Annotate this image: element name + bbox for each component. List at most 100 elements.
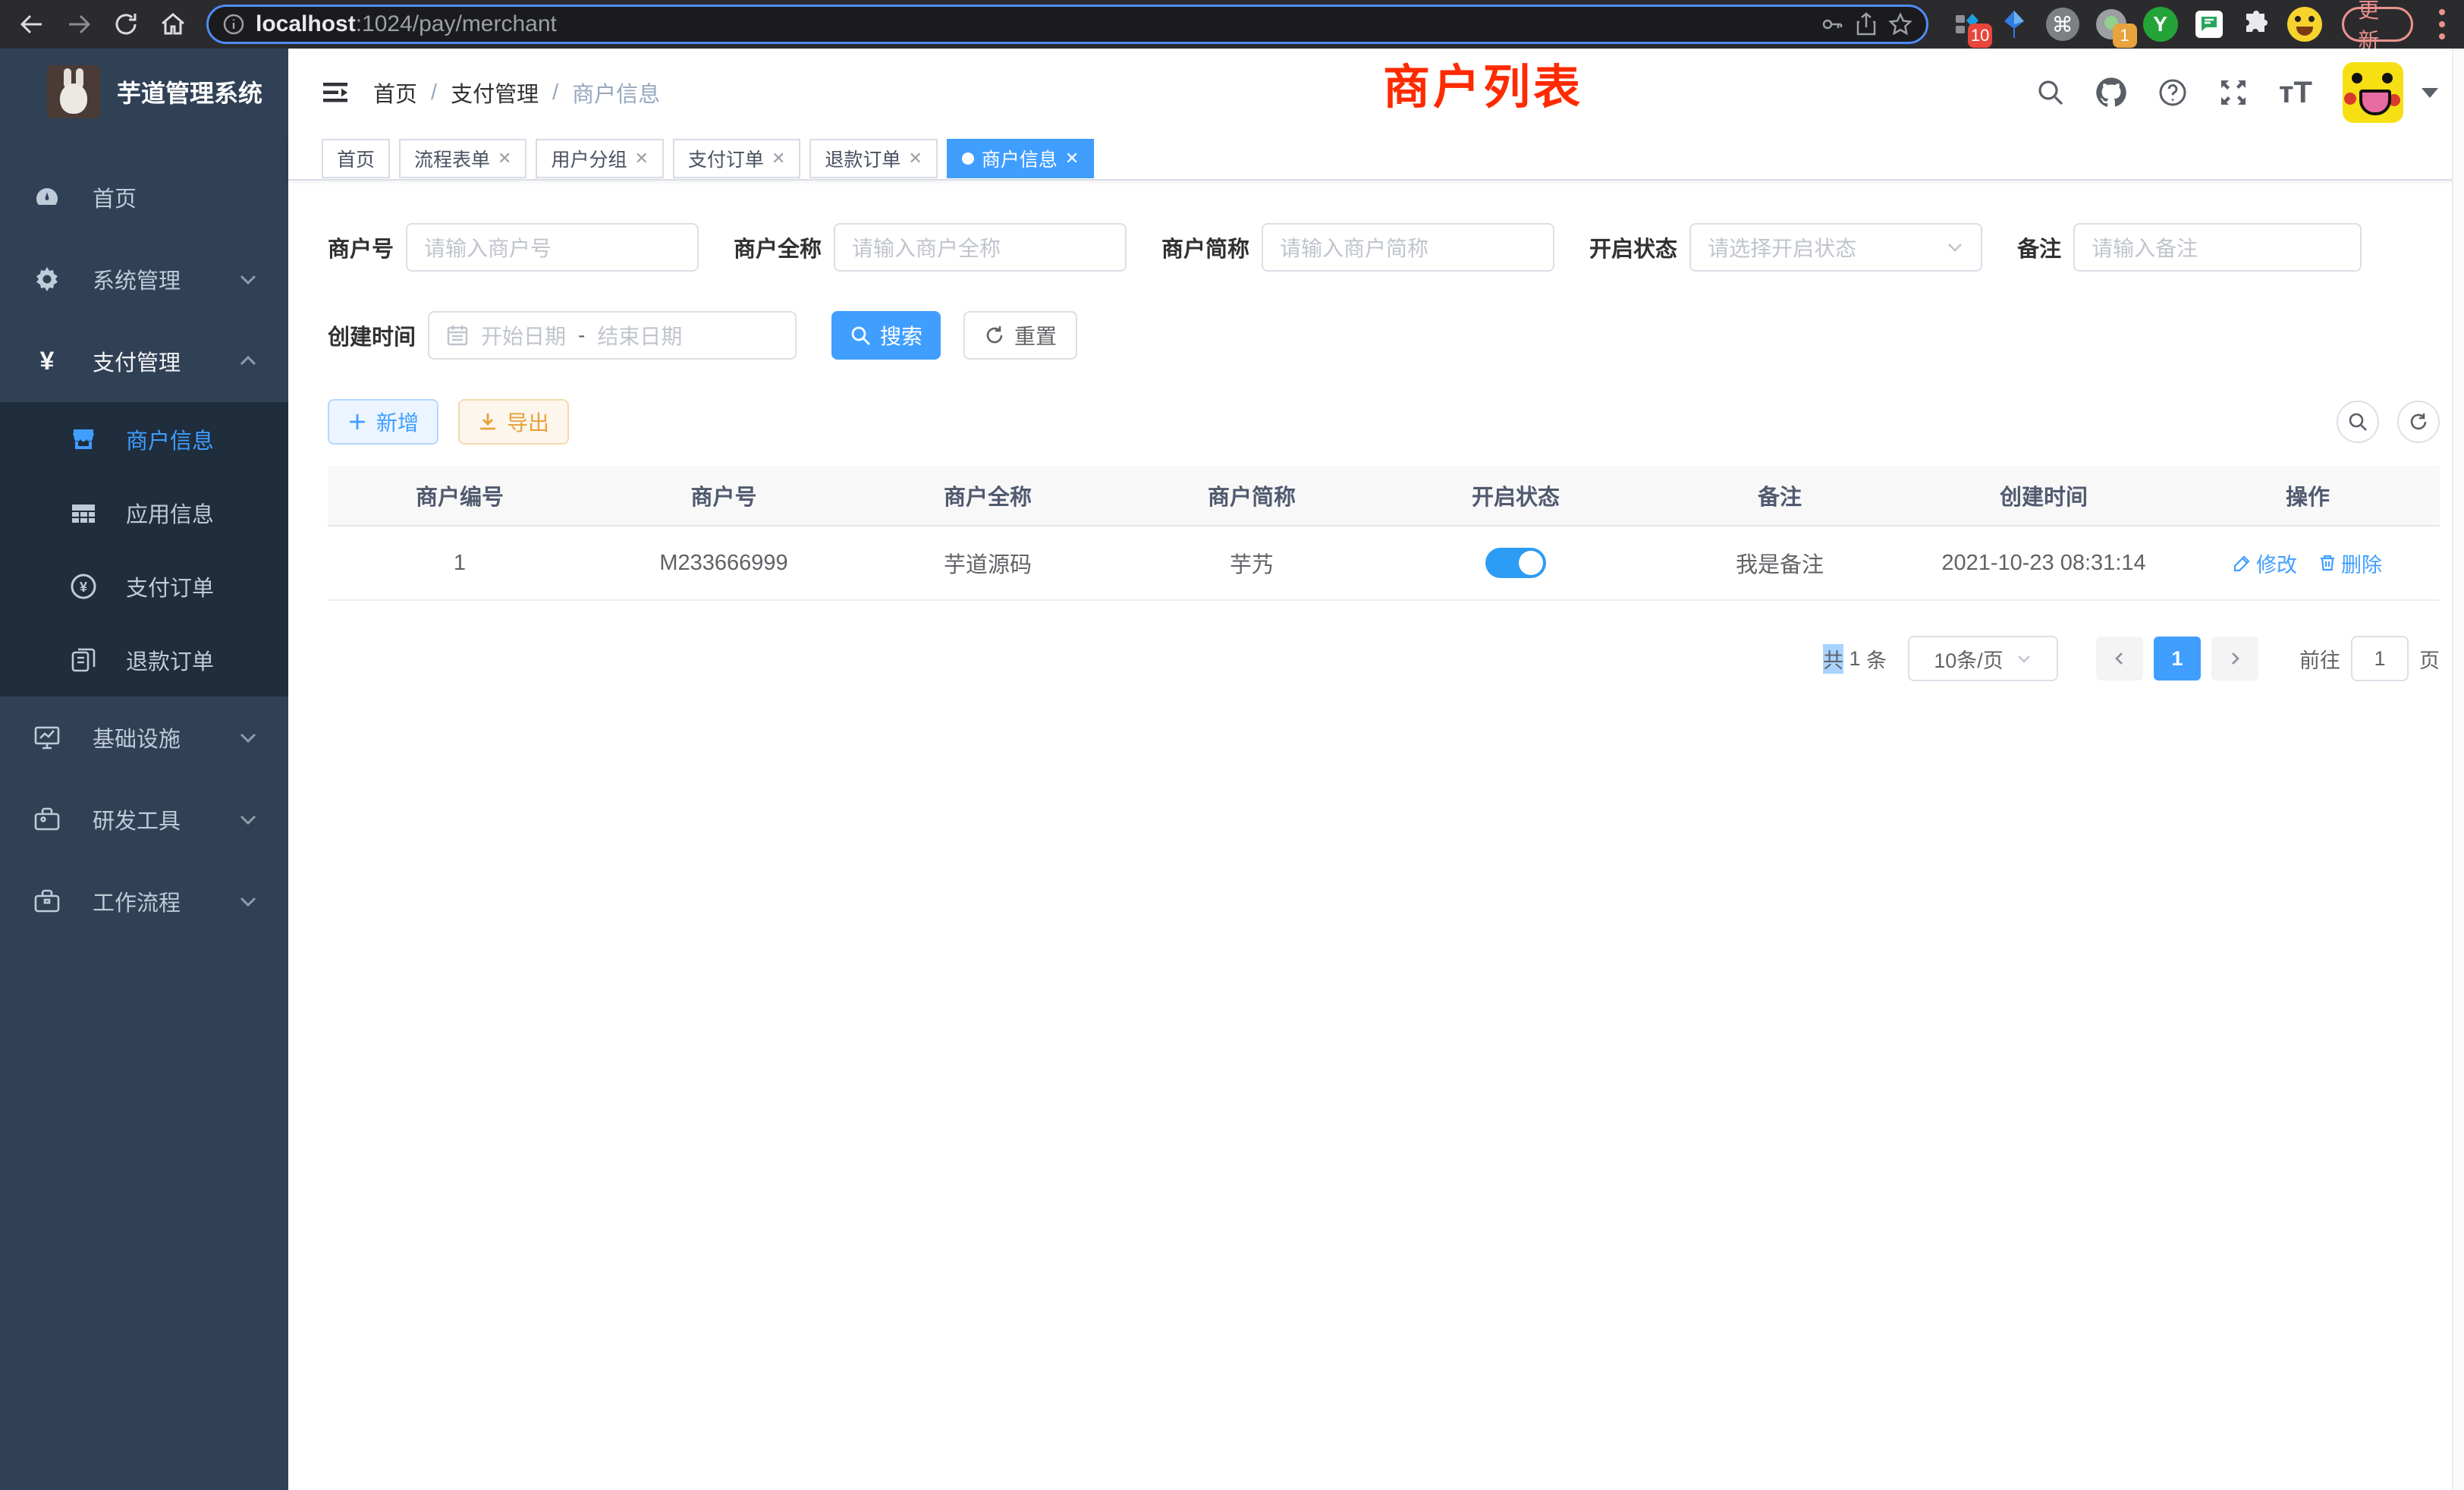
cell-status — [1384, 527, 1648, 599]
github-icon[interactable] — [2095, 77, 2127, 108]
sidebar-item-refund-order[interactable]: 退款订单 — [0, 623, 288, 696]
col-full-name: 商户全称 — [856, 466, 1120, 525]
tab-user-group[interactable]: 用户分组✕ — [536, 139, 663, 178]
browser-profile-avatar[interactable] — [2287, 7, 2322, 42]
close-icon[interactable]: ✕ — [1065, 149, 1079, 168]
sidebar-item-system[interactable]: 系统管理 — [0, 238, 288, 320]
merchant-no-input[interactable]: 请输入商户号 — [406, 223, 699, 272]
col-actions: 操作 — [2176, 466, 2440, 525]
page-number-1[interactable]: 1 — [2154, 637, 2201, 681]
app-logo-image — [47, 65, 100, 118]
remark-input[interactable]: 请输入备注 — [2073, 223, 2362, 272]
add-button[interactable]: 新增 — [328, 399, 438, 445]
col-create-time: 创建时间 — [1912, 466, 2176, 525]
cell-merchant-no: M233666999 — [592, 527, 856, 599]
header-search-icon[interactable] — [2036, 78, 2065, 107]
delete-link[interactable]: 删除 — [2318, 549, 2382, 578]
user-avatar[interactable] — [2343, 62, 2403, 123]
bookmark-star-icon[interactable] — [1888, 12, 1912, 36]
extension-y-icon[interactable]: Y — [2143, 7, 2178, 42]
extension-command-icon[interactable]: ⌘ — [2046, 7, 2079, 42]
filter-create-time: 创建时间 开始日期 - 结束日期 — [328, 311, 797, 360]
filter-remark: 备注 请输入备注 — [2017, 223, 2362, 272]
search-button[interactable]: 搜索 — [831, 311, 941, 360]
sidebar-item-workflow[interactable]: 工作流程 — [0, 860, 288, 942]
chevron-down-icon — [238, 728, 258, 747]
extension-chat-icon[interactable] — [2193, 7, 2225, 42]
share-icon[interactable] — [1855, 12, 1878, 36]
sidebar-collapse-icon[interactable] — [319, 76, 352, 109]
browser-update-button[interactable]: 更新 — [2342, 7, 2413, 42]
page-scrollbar[interactable] — [2452, 49, 2464, 1490]
extension-kite-icon[interactable] — [1998, 7, 2030, 42]
toolbox-icon — [33, 806, 61, 833]
prev-page-button[interactable] — [2096, 637, 2143, 681]
sidebar-item-home[interactable]: 首页 — [0, 156, 288, 238]
toggle-search-button[interactable] — [2337, 401, 2379, 443]
filter-merchant-no: 商户号 请输入商户号 — [328, 223, 699, 272]
cell-merchant-id: 1 — [328, 527, 592, 599]
documents-icon — [70, 647, 97, 673]
export-button[interactable]: 导出 — [458, 399, 569, 445]
browser-back-button[interactable] — [11, 3, 53, 46]
password-key-icon[interactable] — [1820, 12, 1844, 36]
pagination: 共 1 条 10条/页 1 前往 页 — [328, 636, 2440, 681]
tab-pay-order[interactable]: 支付订单✕ — [673, 139, 800, 178]
site-info-icon[interactable] — [222, 13, 245, 36]
close-icon[interactable]: ✕ — [634, 149, 648, 168]
briefcase-icon — [33, 888, 61, 915]
sidebar-item-app-info[interactable]: 应用信息 — [0, 476, 288, 549]
chevron-down-icon — [238, 891, 258, 911]
tab-refund-order[interactable]: 退款订单✕ — [809, 139, 937, 178]
short-name-input[interactable]: 请输入商户简称 — [1262, 223, 1554, 272]
gear-icon — [33, 266, 61, 292]
tab-merchant-info[interactable]: 商户信息✕ — [947, 139, 1094, 178]
close-icon[interactable]: ✕ — [498, 149, 511, 168]
create-time-range-picker[interactable]: 开始日期 - 结束日期 — [428, 311, 797, 360]
browser-menu-icon[interactable] — [2439, 9, 2446, 39]
tab-home[interactable]: 首页 — [322, 139, 390, 178]
extension-profile-icon[interactable]: 1 — [2095, 7, 2128, 42]
monitor-chart-icon — [33, 724, 61, 751]
help-icon[interactable] — [2158, 77, 2188, 108]
fullscreen-icon[interactable] — [2218, 77, 2249, 108]
sidebar-item-pay[interactable]: ¥ 支付管理 — [0, 320, 288, 402]
browser-toolbar: localhost:1024/pay/merchant 10 ⌘ 1 Y — [0, 0, 2464, 49]
browser-refresh-button[interactable] — [105, 3, 147, 46]
refresh-table-button[interactable] — [2397, 401, 2440, 443]
col-short-name: 商户简称 — [1120, 466, 1384, 525]
close-icon[interactable]: ✕ — [908, 149, 922, 168]
breadcrumb-pay[interactable]: 支付管理 — [451, 77, 539, 108]
breadcrumb-home[interactable]: 首页 — [373, 77, 417, 108]
user-menu-caret-icon[interactable] — [2422, 88, 2438, 98]
chevron-down-icon — [238, 809, 258, 829]
annotation-title: 商户列表 — [1383, 49, 1583, 117]
status-select[interactable]: 请选择开启状态 — [1689, 223, 1982, 272]
browser-extensions: 10 ⌘ 1 Y 更新 — [1951, 7, 2453, 42]
sidebar-item-pay-order[interactable]: ¥ 支付订单 — [0, 549, 288, 623]
browser-address-bar[interactable]: localhost:1024/pay/merchant — [206, 5, 1928, 44]
tab-process-form[interactable]: 流程表单✕ — [399, 139, 526, 178]
goto-page-input[interactable] — [2351, 636, 2409, 681]
page-size-select[interactable]: 10条/页 — [1908, 636, 2058, 681]
extensions-puzzle-icon[interactable] — [2240, 7, 2272, 42]
calendar-icon — [446, 324, 469, 347]
app-logo-row[interactable]: 芋道管理系统 — [0, 49, 288, 134]
sidebar-item-dev-tools[interactable]: 研发工具 — [0, 778, 288, 860]
cell-actions: 修改 删除 — [2176, 527, 2440, 599]
sidebar-item-merchant-info[interactable]: 商户信息 — [0, 402, 288, 476]
close-icon[interactable]: ✕ — [772, 149, 785, 168]
status-toggle[interactable] — [1485, 548, 1546, 578]
font-size-icon[interactable]: ᴛT — [2279, 77, 2312, 108]
full-name-input[interactable]: 请输入商户全称 — [834, 223, 1127, 272]
next-page-button[interactable] — [2211, 637, 2258, 681]
edit-link[interactable]: 修改 — [2233, 549, 2297, 578]
table-row: 1 M233666999 芋道源码 芋艿 我是备注 2021-10-23 08:… — [328, 527, 2440, 601]
sidebar-item-infra[interactable]: 基础设施 — [0, 696, 288, 778]
reset-button[interactable]: 重置 — [963, 311, 1077, 360]
extension-badge: 1 — [2113, 24, 2137, 48]
browser-forward-button[interactable] — [58, 3, 100, 46]
goto-page: 前往 页 — [2299, 636, 2440, 681]
extension-tiles-icon[interactable]: 10 — [1951, 7, 1983, 42]
browser-home-button[interactable] — [152, 3, 194, 46]
